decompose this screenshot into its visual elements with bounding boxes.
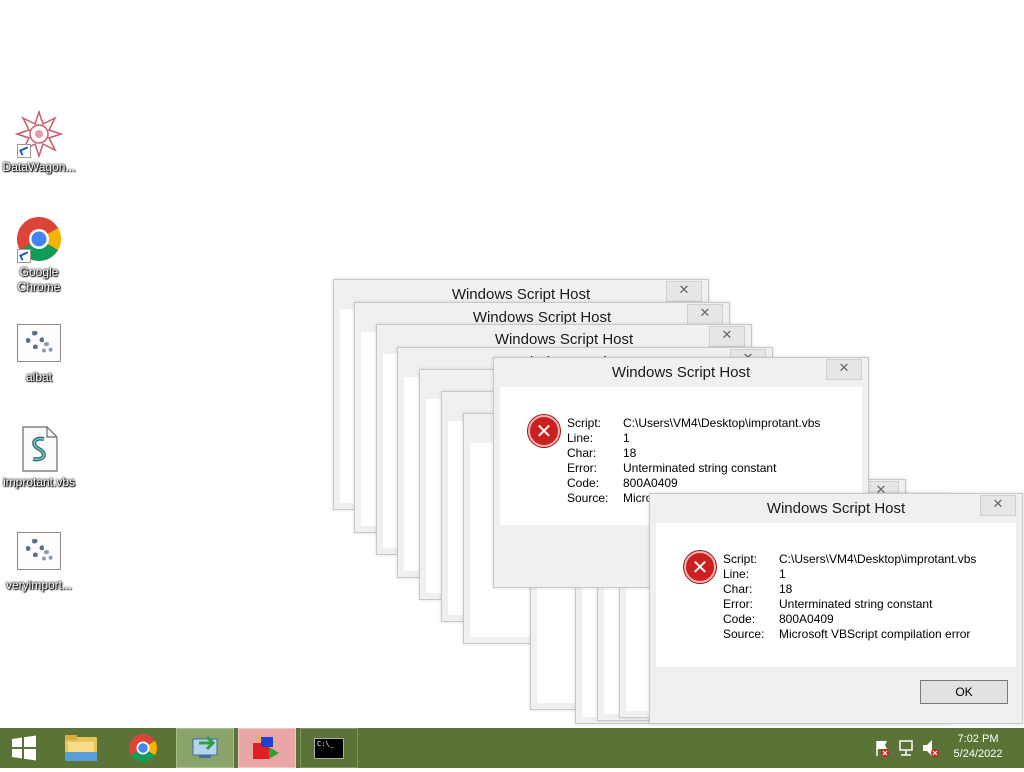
field-label: Source:: [723, 627, 765, 641]
field-value: 1: [623, 431, 630, 445]
field-value: 1: [779, 567, 786, 581]
field-value: Unterminated string constant: [779, 597, 933, 611]
field-label: Error:: [723, 597, 753, 611]
error-dialog-front[interactable]: Windows Script Host ✕ ✕ Script: C:\Users\…: [649, 493, 1023, 724]
field-label: Line:: [567, 431, 594, 445]
taskbar: C:\_ 7:02 PM 5/24/2022: [0, 728, 1024, 768]
field-value: 800A0409: [779, 612, 834, 626]
vbs-file-icon: [15, 425, 63, 473]
field-label: Code:: [567, 476, 600, 490]
field-value: Microsoft VBScript compilation error: [779, 627, 971, 641]
chrome-taskbar-button[interactable]: [118, 728, 168, 768]
taskbar-clock[interactable]: 7:02 PM 5/24/2022: [948, 732, 1008, 762]
error-icon: ✕: [684, 551, 716, 583]
field-value: Micro: [623, 491, 653, 505]
close-icon[interactable]: ✕: [980, 495, 1016, 516]
folder-icon: [65, 735, 97, 761]
vbs-script-gear-icon: [15, 320, 63, 368]
error-icon: ✕: [528, 415, 560, 447]
clock-date: 5/24/2022: [953, 748, 1003, 760]
desktop-icon-label: veryimport...: [5, 578, 72, 592]
field-label: Code:: [723, 612, 756, 626]
desktop-icon-improtant-vbs[interactable]: improtant.vbs: [1, 425, 77, 490]
close-icon[interactable]: ✕: [687, 304, 723, 325]
desktop-icon-label: DataWagon...: [2, 160, 76, 174]
close-icon[interactable]: ✕: [666, 281, 702, 302]
shortcut-arrow-icon: [17, 144, 31, 158]
desktop-icon-label: improtant.vbs: [2, 475, 76, 489]
chrome-icon: [15, 215, 63, 263]
file-explorer-button[interactable]: [56, 728, 106, 768]
network-drive-icon: [192, 735, 218, 758]
field-value: 800A0409: [623, 476, 678, 490]
network-icon[interactable]: [896, 728, 918, 768]
desktop-icon-label: Google Chrome: [17, 265, 61, 294]
field-value: C:\Users\VM4\Desktop\improtant.vbs: [779, 552, 977, 566]
chrome-icon: [129, 734, 157, 762]
dialog-title: Windows Script Host: [766, 500, 906, 517]
command-prompt-icon: C:\_: [314, 738, 344, 759]
clock-time: 7:02 PM: [957, 733, 999, 745]
field-label: Char:: [567, 446, 597, 460]
desktop-icon-google-chrome[interactable]: Google Chrome: [1, 215, 77, 295]
dialog-body: ✕ Script: C:\Users\VM4\Desktop\improtant.…: [656, 523, 1016, 667]
windows-logo-icon: [12, 735, 36, 761]
shortcut-arrow-icon: [17, 249, 31, 263]
start-button[interactable]: [0, 728, 48, 768]
setup-installer-icon: [253, 734, 279, 759]
desktop-icon-albat[interactable]: albat: [1, 320, 77, 385]
close-icon[interactable]: ✕: [709, 326, 745, 347]
field-label: Error:: [567, 461, 597, 475]
close-icon[interactable]: ✕: [826, 359, 862, 380]
field-label: Script:: [723, 552, 758, 566]
vbs-script-gear-icon: [15, 528, 63, 576]
datawagon-icon: [14, 109, 64, 159]
cmd-prompt-glyph: C:\_: [317, 740, 334, 748]
field-label: Script:: [567, 416, 602, 430]
field-label: Source:: [567, 491, 609, 505]
network-app-taskbar-button[interactable]: [176, 728, 234, 768]
field-label: Line:: [723, 567, 750, 581]
field-value: 18: [623, 446, 637, 460]
volume-muted-icon[interactable]: [920, 728, 942, 768]
dialog-title: Windows Script Host: [611, 364, 751, 381]
action-center-flag-icon[interactable]: [872, 728, 892, 768]
error-details: Script: C:\Users\VM4\Desktop\improtant.vb…: [723, 552, 976, 642]
field-value: C:\Users\VM4\Desktop\improtant.vbs: [623, 416, 821, 430]
setup-app-taskbar-button[interactable]: [238, 728, 296, 768]
desktop-icon-datawagon[interactable]: DataWagon...: [1, 109, 77, 175]
field-value: 18: [779, 582, 793, 596]
command-prompt-taskbar-button[interactable]: C:\_: [300, 728, 358, 768]
ok-button[interactable]: OK: [920, 680, 1008, 704]
desktop-icon-veryimport[interactable]: veryimport...: [1, 528, 77, 593]
desktop-icon-label: albat: [25, 370, 53, 384]
field-value: Unterminated string constant: [623, 461, 777, 475]
field-label: Char:: [723, 582, 753, 596]
